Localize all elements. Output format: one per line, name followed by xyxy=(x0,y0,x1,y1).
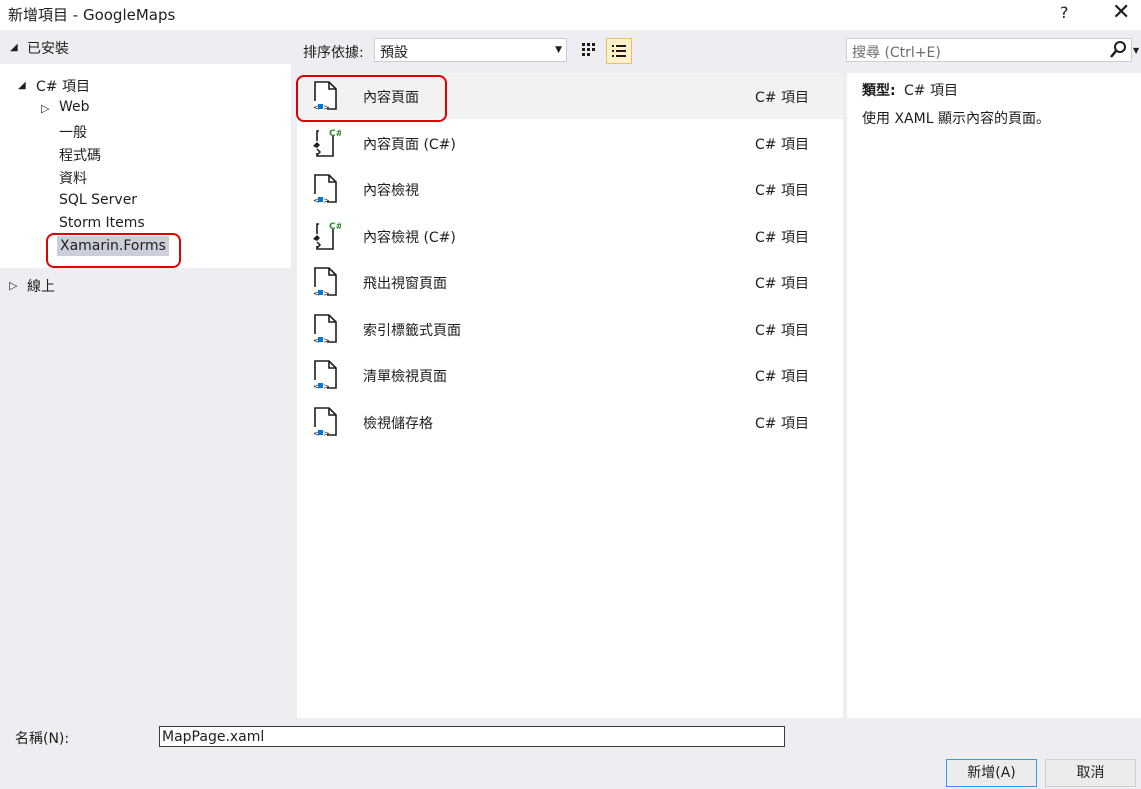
list-view-button[interactable] xyxy=(606,38,632,64)
tree-item-online[interactable]: 線上 xyxy=(27,276,55,296)
template-name: 檢視儲存格 xyxy=(363,415,433,432)
template-category: C# 項目 xyxy=(755,90,809,106)
template-name: 索引標籤式頁面 xyxy=(363,322,461,339)
window-title: 新增項目 - GoogleMaps xyxy=(8,6,176,24)
search-placeholder: 搜尋 (Ctrl+E) xyxy=(852,45,941,61)
collapsed-triangle-icon: ▷ xyxy=(9,279,18,292)
sort-dropdown[interactable]: 預設 ▼ xyxy=(374,38,567,62)
template-name: 清單檢視頁面 xyxy=(363,369,447,385)
svg-text:>: > xyxy=(323,289,330,298)
tree-item-general[interactable]: 一般 xyxy=(59,122,87,142)
template-category: C# 項目 xyxy=(755,183,809,199)
sort-label: 排序依據: xyxy=(303,45,364,61)
collapsed-triangle-icon: ▷ xyxy=(41,102,50,115)
template-category: C# 項目 xyxy=(755,276,809,292)
template-category: C# 項目 xyxy=(755,229,809,246)
template-row[interactable]: < > 內容檢視 C# 項目 xyxy=(297,166,843,212)
tree-item-csharp[interactable]: C# 項目 xyxy=(36,76,90,96)
cancel-button[interactable]: 取消 xyxy=(1045,759,1136,787)
tree-item-code[interactable]: 程式碼 xyxy=(59,145,101,165)
expanded-triangle-icon: ◢ xyxy=(18,80,26,91)
grid-view-button[interactable] xyxy=(577,38,601,62)
template-row[interactable]: C# 內容檢視 (C#) C# 項目 xyxy=(297,213,843,259)
type-value: C# 項目 xyxy=(904,83,958,99)
sort-value: 預設 xyxy=(380,45,408,61)
description: 使用 XAML 顯示內容的頁面。 xyxy=(862,111,1050,127)
highlight-box xyxy=(296,75,447,122)
template-row[interactable]: < > 飛出視窗頁面 C# 項目 xyxy=(297,259,843,305)
xaml-page-icon: < > xyxy=(309,266,341,298)
tree-item-data[interactable]: 資料 xyxy=(59,168,87,188)
template-row[interactable]: < > 索引標籤式頁面 C# 項目 xyxy=(297,306,843,352)
tree-item-sql-server[interactable]: SQL Server xyxy=(59,192,137,208)
template-list: < > 內容頁面C# 項目 C# 內容頁面 (C#)C# 項目 < > 內容檢視… xyxy=(297,73,843,718)
template-category: C# 項目 xyxy=(755,136,809,153)
chevron-down-icon: ▼ xyxy=(555,45,562,55)
name-label: 名稱(N): xyxy=(15,731,70,747)
csharp-page-icon: C# xyxy=(309,127,343,159)
xaml-page-icon: < > xyxy=(309,359,341,391)
svg-text:C#: C# xyxy=(329,129,341,139)
template-category: C# 項目 xyxy=(755,322,809,339)
template-row[interactable]: < > 檢視儲存格 C# 項目 xyxy=(297,399,843,445)
name-input[interactable] xyxy=(159,726,785,747)
search-icon[interactable] xyxy=(1109,40,1127,60)
template-name: 內容檢視 xyxy=(363,183,419,199)
type-label: 類型: xyxy=(862,83,896,99)
close-icon[interactable]: ✕ xyxy=(1112,0,1130,26)
installed-header[interactable]: ◢ 已安裝 xyxy=(0,31,291,64)
template-name: 內容頁面 (C#) xyxy=(363,136,456,153)
svg-text:>: > xyxy=(323,429,330,438)
svg-text:>: > xyxy=(323,196,330,205)
svg-text:>: > xyxy=(323,336,330,345)
search-box[interactable]: 搜尋 (Ctrl+E) xyxy=(846,38,1132,62)
help-button[interactable]: ? xyxy=(1060,3,1069,22)
svg-text:C#: C# xyxy=(329,222,341,232)
xaml-page-icon: < > xyxy=(309,173,341,205)
template-category: C# 項目 xyxy=(755,415,809,432)
search-options-chevron-icon[interactable]: ▼ xyxy=(1133,46,1139,55)
tree-installed-label: 已安裝 xyxy=(27,41,69,57)
xaml-page-icon: < > xyxy=(309,406,341,438)
highlight-box xyxy=(46,233,181,268)
list-view-icon xyxy=(612,45,626,57)
tree-item-web[interactable]: Web xyxy=(59,99,90,115)
csharp-page-icon: C# xyxy=(309,220,343,252)
template-name: 飛出視窗頁面 xyxy=(363,276,447,292)
details-panel: 類型: C# 項目 使用 XAML 顯示內容的頁面。 xyxy=(847,73,1141,718)
svg-text:>: > xyxy=(323,382,330,391)
xaml-page-icon: < > xyxy=(309,313,341,345)
grid-view-icon xyxy=(582,43,595,56)
tree-item-storm-items[interactable]: Storm Items xyxy=(59,215,145,231)
add-button[interactable]: 新增(A) xyxy=(946,759,1037,787)
template-row[interactable]: < > 清單檢視頁面 C# 項目 xyxy=(297,352,843,398)
template-category: C# 項目 xyxy=(755,369,809,385)
template-name: 內容檢視 (C#) xyxy=(363,229,456,246)
template-row[interactable]: C# 內容頁面 (C#) C# 項目 xyxy=(297,120,843,166)
expanded-triangle-icon: ◢ xyxy=(10,42,18,53)
